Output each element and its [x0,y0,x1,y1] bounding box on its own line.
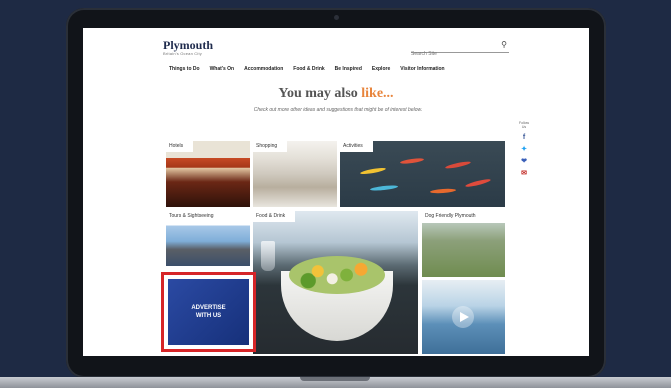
nav-whats-on[interactable]: What's On [210,66,235,72]
kayak-image [429,188,457,194]
facebook-icon[interactable]: f [521,134,528,141]
site-logo[interactable]: Plymouth Britain's Ocean City [163,39,213,56]
laptop-notch [300,377,370,381]
laptop-frame: Plymouth Britain's Ocean City ⚲ Things t… [66,8,606,378]
tile-label: Shopping [253,141,288,152]
kayak-image [359,166,387,176]
kayak-image [399,157,425,165]
search-box[interactable]: ⚲ [411,40,509,59]
browser-screen: Plymouth Britain's Ocean City ⚲ Things t… [83,28,589,356]
advert-panel: ADVERTISE WITH US [168,279,249,345]
tile-tours-sightseeing[interactable]: Tours & Sightseeing [166,211,250,266]
title-main: You may also [278,86,358,101]
advert-label: ADVERTISE WITH US [191,305,226,319]
tile-label: Dog Friendly Plymouth [422,211,486,222]
tile-label: Tours & Sightseeing [166,211,224,222]
play-icon[interactable] [452,306,474,328]
tile-dog-friendly[interactable]: Dog Friendly Plymouth [422,211,505,277]
twitter-icon[interactable]: ✦ [521,146,528,153]
main-nav: Things to Do What's On Accommodation Foo… [169,66,445,72]
nav-visitor-information[interactable]: Visitor Information [400,66,444,72]
camera-icon [334,15,339,20]
tile-video[interactable] [422,280,505,354]
kayak-image [369,184,399,192]
share-caption: Follow Us [518,121,530,129]
nav-things-to-do[interactable]: Things to Do [169,66,200,72]
title-accent: like... [361,86,394,101]
tile-label: Food & Drink [253,211,296,222]
kayak-image [464,177,492,189]
nav-explore[interactable]: Explore [372,66,390,72]
advertise-banner[interactable]: ADVERTISE WITH US [161,272,256,352]
page-subtitle: Check out more other ideas and suggestio… [253,107,423,113]
search-input[interactable] [411,49,491,59]
nav-food-drink[interactable]: Food & Drink [293,66,324,72]
tile-shopping[interactable]: Shopping [253,141,337,207]
tile-label: Hotels [166,141,194,152]
search-icon[interactable]: ⚲ [501,40,507,49]
wine-glass-image [261,241,275,271]
kayak-image [444,160,472,170]
salad-image [289,256,385,294]
email-icon[interactable]: ✉ [521,170,528,177]
tile-food-drink[interactable]: Food & Drink [253,211,418,354]
heart-icon[interactable]: ❤ [521,158,528,165]
tile-activities[interactable]: Activities [340,141,505,207]
tile-label: Activities [340,141,373,152]
tile-hotels[interactable]: Hotels [166,141,250,207]
nav-be-inspired[interactable]: Be Inspired [335,66,362,72]
page-title: You may also like... [83,86,589,102]
nav-accommodation[interactable]: Accommodation [244,66,283,72]
logo-text: Plymouth [163,38,214,52]
social-share: Follow Us f ✦ ❤ ✉ [518,121,530,177]
